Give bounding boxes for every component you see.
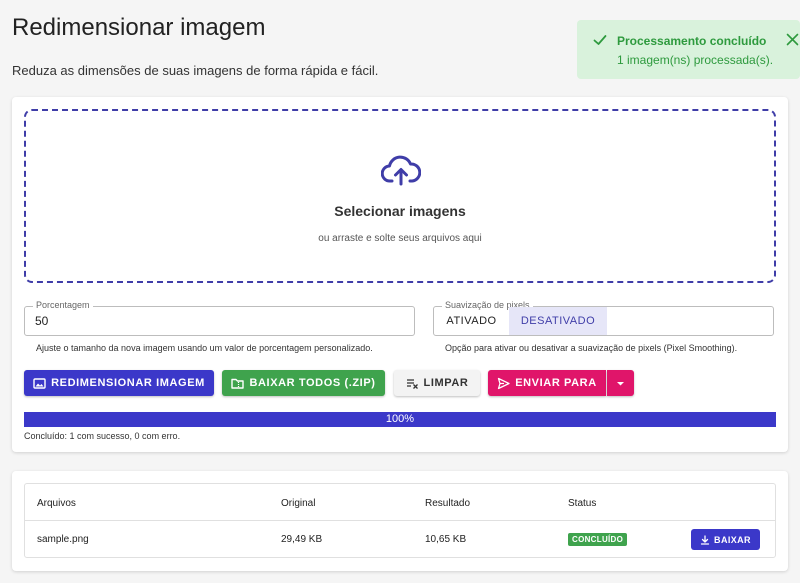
smoothing-field: Suavização de pixels ATIVADO DESATIVADO bbox=[433, 300, 774, 336]
clear-list-icon bbox=[406, 378, 418, 389]
percentage-helper: Ajuste o tamanho da nova imagem usando u… bbox=[36, 343, 373, 353]
progress-label: 100% bbox=[385, 413, 415, 425]
status-badge: CONCLUÍDO bbox=[568, 533, 628, 546]
file-dropzone[interactable]: Selecionar imagens ou arraste e solte se… bbox=[24, 109, 776, 283]
download-all-label: BAIXAR TODOS (.ZIP) bbox=[249, 377, 376, 389]
table-row: sample.png 29,49 KB 10,65 KB CONCLUÍDO B… bbox=[25, 521, 775, 558]
column-header-original: Original bbox=[281, 498, 316, 509]
progress-bar: 100% bbox=[24, 412, 776, 427]
send-to-button[interactable]: ENVIAR PARA bbox=[488, 370, 606, 396]
resize-button[interactable]: REDIMENSIONAR IMAGEM bbox=[24, 370, 214, 396]
toast-message: 1 imagem(ns) processada(s). bbox=[617, 53, 774, 67]
caret-down-icon bbox=[617, 381, 624, 385]
toast-title: Processamento concluído bbox=[617, 34, 767, 48]
percentage-label: Porcentagem bbox=[33, 300, 93, 310]
percentage-field[interactable]: Porcentagem bbox=[24, 300, 415, 336]
result-size: 10,65 KB bbox=[425, 534, 467, 545]
download-icon bbox=[700, 534, 710, 545]
file-name: sample.png bbox=[37, 534, 89, 545]
success-toast: Processamento concluído 1 imagem(ns) pro… bbox=[577, 20, 800, 79]
smoothing-helper: Opção para ativar ou desativar a suaviza… bbox=[445, 343, 738, 353]
results-table: Arquivos Original Resultado Status sampl… bbox=[24, 483, 776, 558]
send-to-dropdown-button[interactable] bbox=[607, 370, 634, 396]
progress-status: Concluído: 1 com sucesso, 0 com erro. bbox=[24, 431, 181, 441]
resize-card: Selecionar imagens ou arraste e solte se… bbox=[12, 97, 788, 452]
smoothing-off-toggle[interactable]: DESATIVADO bbox=[509, 307, 607, 335]
image-icon bbox=[33, 377, 46, 389]
resize-button-label: REDIMENSIONAR IMAGEM bbox=[51, 377, 205, 389]
send-to-label: ENVIAR PARA bbox=[515, 377, 597, 389]
page-title: Redimensionar imagem bbox=[12, 14, 266, 41]
dropzone-title: Selecionar imagens bbox=[334, 203, 466, 219]
dropzone-subtitle: ou arraste e solte seus arquivos aqui bbox=[318, 233, 482, 244]
folder-zip-icon bbox=[231, 378, 245, 389]
cloud-upload-icon bbox=[381, 155, 421, 186]
clear-button-label: LIMPAR bbox=[423, 377, 469, 389]
clear-button[interactable]: LIMPAR bbox=[394, 370, 480, 396]
column-header-status: Status bbox=[568, 498, 597, 509]
download-button-label: BAIXAR bbox=[714, 534, 751, 545]
download-button[interactable]: BAIXAR bbox=[691, 529, 760, 550]
column-header-result: Resultado bbox=[425, 498, 471, 509]
check-icon bbox=[593, 35, 607, 45]
page-subtitle: Reduza as dimensões de suas imagens de f… bbox=[12, 63, 379, 78]
column-header-files: Arquivos bbox=[37, 498, 76, 509]
results-card: Arquivos Original Resultado Status sampl… bbox=[12, 471, 788, 571]
original-size: 29,49 KB bbox=[281, 534, 323, 545]
send-icon bbox=[498, 377, 510, 389]
smoothing-on-toggle[interactable]: ATIVADO bbox=[434, 307, 509, 335]
download-all-button[interactable]: BAIXAR TODOS (.ZIP) bbox=[222, 370, 385, 396]
close-icon[interactable] bbox=[786, 33, 799, 46]
table-header: Arquivos Original Resultado Status bbox=[25, 484, 775, 521]
percentage-input[interactable] bbox=[35, 314, 405, 328]
